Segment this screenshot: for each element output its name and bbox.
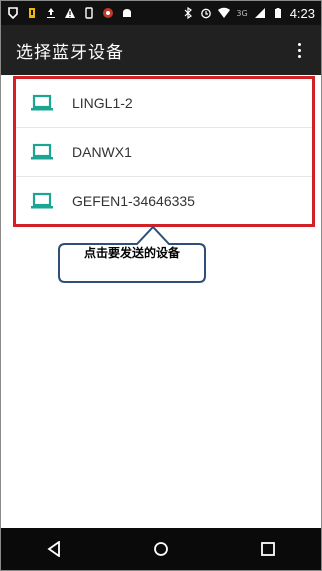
upload-icon — [45, 7, 57, 19]
instruction-callout: 点击要发送的设备 — [57, 224, 207, 284]
battery-icon — [272, 7, 284, 19]
warning-icon — [64, 7, 76, 19]
device-item-danwx1[interactable]: DANWX1 — [16, 128, 312, 177]
record-icon — [102, 7, 114, 19]
alarm-icon — [200, 7, 212, 19]
recents-icon[interactable] — [248, 528, 288, 570]
device-list: LINGL1-2 DANWX1 GEFEN1-34646335 — [13, 76, 315, 227]
laptop-icon — [31, 143, 53, 160]
clock: 4:23 — [289, 5, 315, 21]
device-item-lingl1-2[interactable]: LINGL1-2 — [16, 79, 312, 128]
home-icon[interactable] — [141, 528, 181, 570]
network-type: 3G — [236, 8, 248, 18]
android-icon — [121, 7, 133, 19]
status-bar: 3G 4:23 — [1, 1, 321, 25]
device-name: DANWX1 — [72, 144, 132, 160]
page-title: 选择蓝牙设备 — [16, 42, 124, 63]
device-name: LINGL1-2 — [72, 95, 133, 111]
callout-text: 点击要发送的设备 — [83, 246, 180, 260]
app-bar: 选择蓝牙设备 — [1, 25, 321, 75]
laptop-icon — [31, 192, 53, 209]
overflow-menu-icon[interactable] — [291, 40, 307, 60]
shield-icon — [7, 7, 19, 19]
back-icon[interactable] — [34, 528, 74, 570]
navigation-bar — [1, 528, 321, 570]
laptop-icon — [31, 94, 53, 111]
bluetooth-icon — [182, 7, 194, 19]
wifi-icon — [218, 7, 231, 19]
phone-icon — [83, 7, 95, 19]
battery-saver-icon — [26, 7, 38, 19]
phone-screen: 3G 4:23 选择蓝牙设备 LINGL1-2 DANWX1 GEFEN1-34… — [0, 0, 322, 571]
signal-icon — [254, 7, 266, 19]
device-item-gefen1[interactable]: GEFEN1-34646335 — [16, 177, 312, 225]
device-name: GEFEN1-34646335 — [72, 193, 195, 209]
